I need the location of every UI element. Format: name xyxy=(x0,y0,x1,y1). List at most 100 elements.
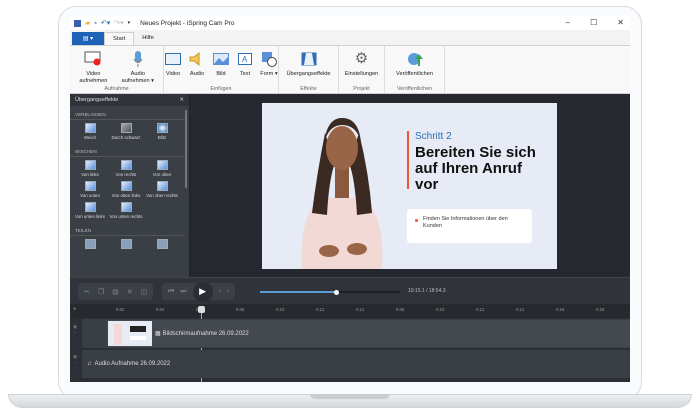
skip-start-icon[interactable]: ⏮ xyxy=(168,288,174,296)
transition-von-oben-rechts[interactable]: Von oben rechts xyxy=(144,181,180,198)
group-effekte: Übergangseffekte Effekte xyxy=(279,46,339,93)
paste-icon[interactable]: ▤ xyxy=(112,288,119,296)
split-icon xyxy=(156,239,168,249)
track-1-controls: ◉ ▫ xyxy=(70,324,80,336)
speaker-icon xyxy=(188,50,206,68)
seek-progress xyxy=(260,291,336,293)
gear-icon: ⚙ xyxy=(354,49,369,67)
timeline-ruler[interactable]: + 0:020:040:060:080:100:120:140:060:100:… xyxy=(70,304,630,318)
text-icon: A xyxy=(236,50,254,68)
slide-heading: Bereiten Sie sich auf Ihren Anruf vor xyxy=(415,144,536,193)
save-icon[interactable]: ▪ xyxy=(94,20,96,27)
play-button[interactable]: ▶ xyxy=(192,281,213,302)
quick-access-dropdown-icon[interactable]: ▾ xyxy=(128,20,131,26)
lock-icon[interactable]: ▫ xyxy=(70,360,80,366)
minimize-button[interactable]: – xyxy=(566,18,570,27)
playback-controls: ✂ ❐ ▤ ✕ ◫ ⏮ ⏭ ▶ ‹ › 10:15.1 / 18:54.3 xyxy=(70,277,630,304)
transition-von-oben-links[interactable]: Von oben links xyxy=(108,181,144,198)
copy-icon[interactable]: ❐ xyxy=(98,288,104,296)
section-wischen: WISCHEN xyxy=(70,143,185,157)
ruler-tick: 0:10 xyxy=(276,307,285,312)
section-verblassen: VERBLASSEN xyxy=(70,106,185,120)
flash-icon xyxy=(156,123,168,133)
next-icon[interactable]: › xyxy=(227,288,229,295)
track-label: Bildschirmaufnahme 26.09.2022 xyxy=(162,330,249,337)
clip-thumbnail xyxy=(108,321,152,346)
group-veroeffentlichen: Veröffentlichen Veröffentlichen xyxy=(385,46,445,93)
transition-weich[interactable]: Weich xyxy=(72,123,108,140)
seek-handle[interactable] xyxy=(333,289,339,295)
transition-von-oben[interactable]: Von oben xyxy=(144,160,180,177)
cut-icon[interactable]: ✂ xyxy=(84,288,90,296)
split-icon[interactable]: ◫ xyxy=(141,288,148,296)
video-clip[interactable]: ▦ Bildschirmaufnahme 26.09.2022 xyxy=(107,320,630,347)
app-icon xyxy=(74,19,81,27)
ruler-tick: 0:10 xyxy=(436,307,445,312)
ruler-tick: 0:16 xyxy=(556,307,565,312)
film-icon xyxy=(164,50,182,68)
transition-icon xyxy=(300,50,318,68)
close-button[interactable]: ✕ xyxy=(617,18,624,27)
transition-split-1[interactable] xyxy=(72,239,108,251)
transition-von-unten-links[interactable]: Von unten links xyxy=(72,202,108,219)
panel-title: Übergangseffekte xyxy=(75,97,119,103)
title-bar: ▰ ▪ ↶▾ ↷▾ ▾ Neues Projekt - iSpring Cam … xyxy=(70,16,630,30)
time-display: 10:15.1 / 18:54.3 xyxy=(408,288,446,294)
add-track-icon[interactable]: + xyxy=(73,307,77,313)
transition-durch-schwarz[interactable]: Durch schwarz xyxy=(108,123,144,140)
transition-von-unten[interactable]: Von unten xyxy=(72,181,108,198)
slide-bullet-card: Finden Sie Informationen über den Kunden xyxy=(407,209,532,243)
transition-split-3[interactable] xyxy=(144,239,180,251)
tab-hilfe[interactable]: Hilfe xyxy=(134,32,162,45)
transition-von-rechts[interactable]: Von rechts xyxy=(108,160,144,177)
transition-von-links[interactable]: Von links xyxy=(72,160,108,177)
slide-preview[interactable]: Schritt 2 Bereiten Sie sich auf Ihren An… xyxy=(262,103,557,269)
record-video-icon xyxy=(84,50,102,68)
fade-icon xyxy=(84,123,96,133)
transport: ⏮ ⏭ ▶ ‹ › xyxy=(162,281,236,302)
ribbon: Video aufnehmen Audio aufnehmen ▾ Aufnah… xyxy=(70,45,630,94)
split-icon xyxy=(84,239,96,249)
ruler-tick: 0:04 xyxy=(156,307,165,312)
panel-scrollbar[interactable] xyxy=(185,110,187,188)
wipe-icon xyxy=(156,160,168,170)
wipe-icon xyxy=(120,160,132,170)
globe-upload-icon xyxy=(406,50,424,68)
lock-icon[interactable]: ▫ xyxy=(70,330,80,336)
ruler-tick: 0:14 xyxy=(356,307,365,312)
track-label: Audio Aufnahme 26.09.2022 xyxy=(94,361,171,367)
open-folder-icon[interactable]: ▰ xyxy=(85,19,90,27)
step-icon[interactable]: ⏭ xyxy=(180,288,186,296)
wipe-icon xyxy=(120,181,132,191)
delete-icon[interactable]: ✕ xyxy=(127,288,133,296)
video-track[interactable]: ▦ Bildschirmaufnahme 26.09.2022 xyxy=(82,319,630,348)
undo-icon[interactable]: ↶▾ xyxy=(101,19,110,27)
ruler-tick: 0:18 xyxy=(596,307,605,312)
prev-icon[interactable]: ‹ xyxy=(219,288,221,295)
transition-von-unten-rechts[interactable]: Von unten rechts xyxy=(108,202,144,219)
panel-close-button[interactable]: ✕ xyxy=(179,97,184,103)
redo-icon[interactable]: ↷▾ xyxy=(114,19,123,27)
wipe-icon xyxy=(120,202,132,212)
window-title: Neues Projekt - iSpring Cam Pro xyxy=(140,19,235,27)
ruler-tick: 0:14 xyxy=(516,307,525,312)
maximize-button[interactable]: ☐ xyxy=(590,18,597,27)
seek-bar[interactable] xyxy=(260,289,400,295)
group-projekt: ⚙ Einstellungen Projekt xyxy=(339,46,385,93)
app-window: ▰ ▪ ↶▾ ↷▾ ▾ Neues Projekt - iSpring Cam … xyxy=(70,16,630,382)
slide-step: Schritt 2 xyxy=(415,131,452,142)
ruler-tick: 0:02 xyxy=(116,307,125,312)
image-icon xyxy=(212,50,230,68)
group-einfuegen: Video Audio Bild A Text Form ▾ Einfügen xyxy=(164,46,279,93)
wipe-icon xyxy=(156,181,168,191)
transition-split-2[interactable] xyxy=(108,239,144,251)
wipe-icon xyxy=(84,202,96,212)
group-aufnahme: Video aufnehmen Audio aufnehmen ▾ Aufnah… xyxy=(70,46,164,93)
microphone-icon xyxy=(129,50,147,68)
audio-track[interactable]: ♫ Audio Aufnahme 26.09.2022 xyxy=(82,350,630,378)
file-menu-button[interactable]: ▤ ▾ xyxy=(72,32,104,45)
svg-text:A: A xyxy=(242,55,248,64)
transition-blitz[interactable]: Blitz xyxy=(144,123,180,140)
track-2-controls: ◉ ▫ xyxy=(70,354,80,366)
tab-start[interactable]: Start xyxy=(104,32,135,45)
